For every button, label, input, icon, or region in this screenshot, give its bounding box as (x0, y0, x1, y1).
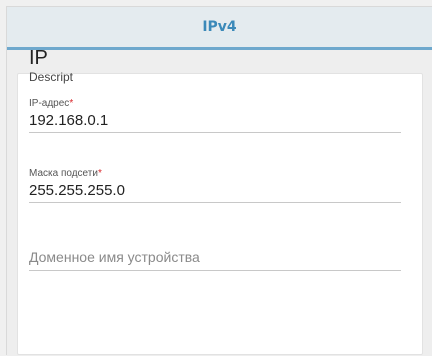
hostname-field (29, 244, 401, 271)
ip-address-label: IP-адрес* (29, 98, 401, 110)
tab-title: IPv4 (202, 19, 237, 35)
ip-address-label-text: IP-адрес (29, 98, 70, 109)
ip-address-field: IP-адрес* (29, 98, 401, 133)
subnet-mask-label-text: Маска подсети (29, 168, 98, 179)
required-marker: * (69, 98, 74, 109)
tab-ipv4[interactable]: IPv4 (7, 7, 432, 47)
subnet-mask-input[interactable] (29, 180, 401, 203)
subnet-mask-field: Маска подсети* (29, 168, 401, 203)
ip-address-input[interactable] (29, 110, 401, 133)
required-marker: * (97, 168, 102, 179)
section-title: IP (29, 47, 48, 69)
content-area (7, 50, 432, 356)
section-description: Descript (29, 70, 74, 84)
window-frame: IPv4 IP Descript IP-адрес* Маска подсети… (6, 6, 432, 356)
subnet-mask-label: Маска подсети* (29, 168, 401, 180)
hostname-input[interactable] (29, 244, 401, 271)
